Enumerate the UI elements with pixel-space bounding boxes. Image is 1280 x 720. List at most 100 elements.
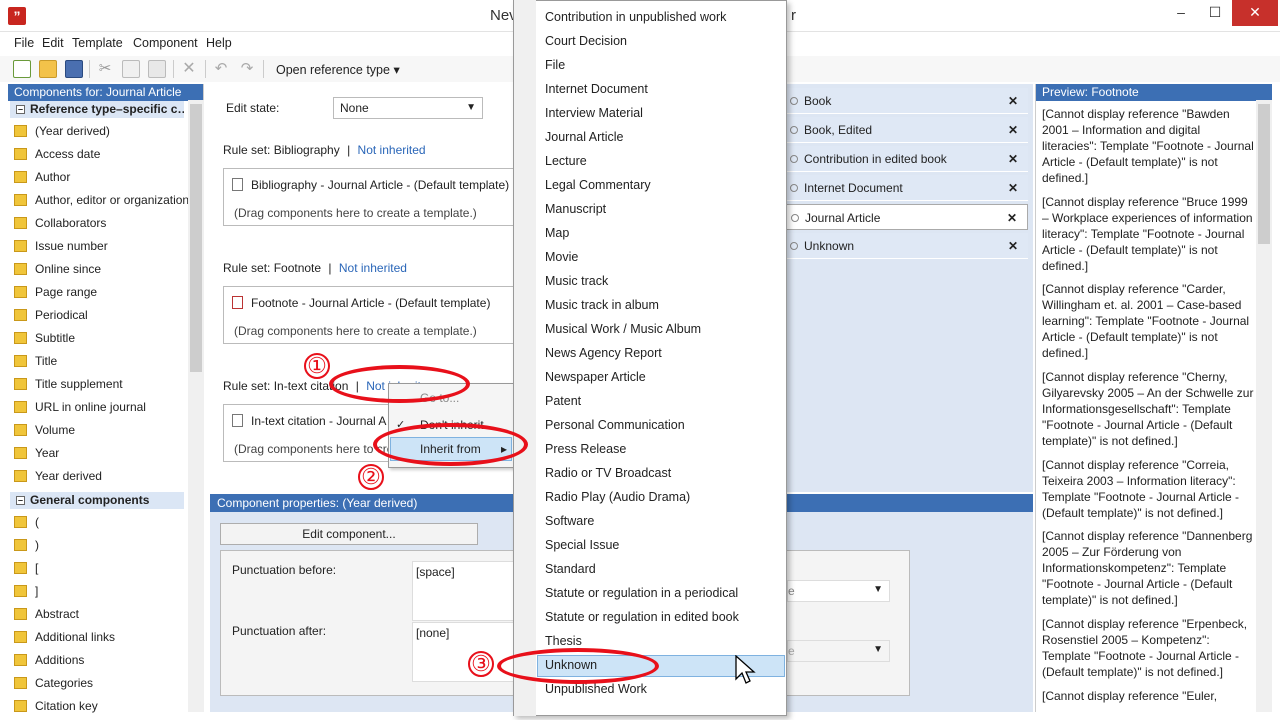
new-template-icon[interactable] [13,60,31,78]
dropdown-item[interactable]: Contribution in unpublished work [545,10,726,24]
component-item[interactable]: Abstract [14,604,79,624]
not-inherited-link-footnote[interactable]: Not inherited [339,261,407,275]
remove-icon[interactable]: ✕ [1008,117,1018,143]
reference-type-row[interactable]: Journal Article ✕ [786,204,1028,230]
group-reference-type-specific[interactable]: – Reference type–specific c… [10,101,184,118]
component-item[interactable]: Collaborators [14,213,106,233]
menu-component[interactable]: Component [133,36,198,50]
dropdown-item[interactable]: Court Decision [545,34,627,48]
open-reference-type-button[interactable]: Open reference type ▾ [276,62,400,77]
dropdown-item[interactable]: Personal Communication [545,418,685,432]
dropdown-item[interactable]: Statute or regulation in a periodical [545,586,738,600]
dropdown-item[interactable]: Journal Article [545,130,624,144]
reference-type-row[interactable]: Contribution in edited book ✕ [786,146,1028,172]
dropdown-item[interactable]: News Agency Report [545,346,662,360]
dropdown-item[interactable]: Standard [545,562,596,576]
dropdown-item[interactable]: Map [545,226,569,240]
footnote-template-box[interactable]: Footnote - Journal Article - (Default te… [223,286,515,344]
dropdown-item[interactable]: Music track in album [545,298,659,312]
dropdown-item[interactable]: Lecture [545,154,587,168]
left-scrollbar-thumb[interactable] [190,104,202,372]
punctuation-after-field[interactable]: [none] [412,622,514,682]
reference-type-row[interactable]: Book, Edited ✕ [786,117,1028,143]
component-item[interactable]: Online since [14,259,101,279]
dropdown-item[interactable]: Radio or TV Broadcast [545,466,671,480]
edit-state-select[interactable]: None ▼ [333,97,483,119]
dropdown-item[interactable]: Movie [545,250,578,264]
component-item[interactable]: ( [14,512,39,532]
dropdown-item[interactable]: Software [545,514,594,528]
dropdown-item[interactable]: Interview Material [545,106,643,120]
close-window-button[interactable]: ✕ [1232,0,1278,26]
bibliography-template-box[interactable]: Bibliography - Journal Article - (Defaul… [223,168,515,226]
component-item[interactable]: Additions [14,650,84,670]
collapse-icon[interactable]: – [16,105,25,115]
menu-edit[interactable]: Edit [42,36,64,50]
component-item[interactable]: Author [14,167,70,187]
open-folder-icon[interactable] [39,60,57,78]
component-item[interactable]: Year derived [14,466,102,486]
group-general-components[interactable]: – General components [10,492,184,509]
dropdown-item[interactable]: Press Release [545,442,626,456]
component-item[interactable]: Categories [14,673,93,693]
component-item[interactable]: Title supplement [14,374,123,394]
property-combo-1[interactable]: e ▼ [787,580,890,602]
menu-help[interactable]: Help [206,36,232,50]
reference-type-row[interactable]: Internet Document ✕ [786,175,1028,201]
dropdown-item[interactable]: File [545,58,565,72]
dropdown-item[interactable]: Musical Work / Music Album [545,322,701,336]
reference-type-row[interactable]: Unknown ✕ [786,233,1028,259]
component-item[interactable]: URL in online journal [14,397,146,417]
property-combo-2[interactable]: e ▼ [787,640,890,662]
dropdown-item[interactable]: Patent [545,394,581,408]
component-item[interactable]: Issue number [14,236,108,256]
save-icon[interactable] [65,60,83,78]
dropdown-item[interactable]: Radio Play (Audio Drama) [545,490,690,504]
menu-template[interactable]: Template [72,36,123,50]
component-item[interactable]: Year [14,443,59,463]
component-item[interactable]: Author, editor or organization [14,190,189,210]
component-item[interactable]: Volume [14,420,75,440]
remove-icon[interactable]: ✕ [1008,233,1018,259]
paste-icon[interactable] [148,60,166,78]
remove-icon[interactable]: ✕ [1008,88,1018,114]
remove-icon[interactable]: ✕ [1008,146,1018,172]
redo-icon[interactable]: ↷ [238,60,256,78]
component-item[interactable]: [ [14,558,38,578]
dropdown-item[interactable]: Special Issue [545,538,619,552]
dropdown-item[interactable]: Internet Document [545,82,648,96]
component-item[interactable]: Periodical [14,305,88,325]
not-inherited-link-bibliography[interactable]: Not inherited [358,143,426,157]
component-item[interactable]: ] [14,581,38,601]
dropdown-item[interactable]: Statute or regulation in edited book [545,610,739,624]
preview-scrollbar-thumb[interactable] [1258,104,1270,244]
component-item[interactable]: Title [14,351,57,371]
dropdown-item[interactable]: Manuscript [545,202,606,216]
menu-file[interactable]: File [14,36,34,50]
dropdown-item[interactable]: Thesis [545,634,582,648]
component-item[interactable]: Citation key [14,696,98,716]
component-item[interactable]: Subtitle [14,328,75,348]
collapse-icon[interactable]: – [16,496,25,506]
component-item[interactable]: Additional links [14,627,115,647]
dropdown-item[interactable]: Legal Commentary [545,178,651,192]
component-item[interactable]: (Year derived) [14,121,110,141]
cut-icon[interactable]: ✂ [96,60,114,78]
reference-type-row[interactable]: Book ✕ [786,88,1028,114]
remove-icon[interactable]: ✕ [1007,205,1017,231]
undo-icon[interactable]: ↶ [212,60,230,78]
dropdown-item[interactable]: Newspaper Article [545,370,646,384]
dropdown-item[interactable]: Music track [545,274,608,288]
remove-icon[interactable]: ✕ [1008,175,1018,201]
maximize-button[interactable]: ☐ [1198,0,1232,26]
component-item[interactable]: Page range [14,282,97,302]
edit-component-button[interactable]: Edit component... [220,523,478,545]
punctuation-before-field[interactable]: [space] [412,561,514,621]
minimize-button[interactable]: – [1164,0,1198,26]
component-item[interactable]: ) [14,535,39,555]
delete-icon[interactable]: ✕ [180,60,198,78]
component-item[interactable]: Access date [14,144,100,164]
copy-icon[interactable] [122,60,140,78]
dropdown-item[interactable]: Unpublished Work [545,682,647,696]
citavi-app-icon[interactable]: ” [8,7,26,25]
